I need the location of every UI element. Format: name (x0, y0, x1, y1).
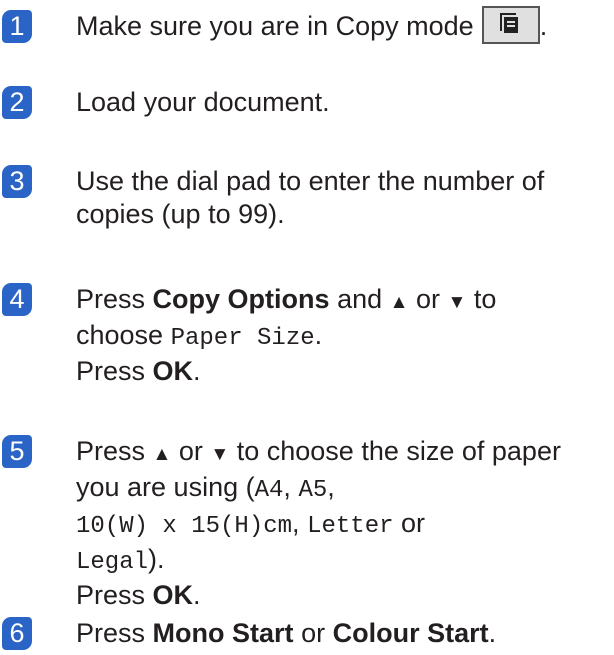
copy-icon (499, 12, 518, 33)
step-1-text: Make sure you are in Copy mode (76, 11, 474, 41)
step-5-text: Press ▲ or ▼ to choose the size of paper… (76, 435, 612, 612)
copy-mode-button (481, 5, 540, 44)
word: to (473, 284, 497, 314)
step-4-text: Press Copy Options and ▲ or ▼ to choose … (76, 283, 612, 388)
period: . (193, 580, 201, 610)
ok-key: OK (152, 356, 194, 386)
step-number-badge: 2 (2, 86, 32, 119)
legal-option: Legal (76, 549, 149, 576)
word: Press (76, 436, 146, 466)
comma: , (327, 472, 335, 502)
step-2-text: Load your document. (76, 87, 330, 117)
colour-start-key: Colour Start (332, 618, 489, 648)
a5-option: A5 (298, 477, 328, 504)
up-arrow-icon: ▲ (389, 292, 409, 313)
step-number-badge: 5 (2, 435, 32, 468)
step-number-badge: 3 (2, 165, 32, 198)
step-text: Make sure you are in Copy mode. (76, 5, 612, 44)
word: or (301, 618, 326, 648)
word: Press (76, 580, 146, 610)
step-number-badge: 1 (2, 10, 32, 43)
word: or (178, 436, 203, 466)
a4-option: A4 (254, 477, 284, 504)
mono-start-key: Mono Start (152, 618, 294, 648)
phrase: to choose the size of paper (236, 436, 561, 466)
down-arrow-icon: ▼ (210, 444, 230, 465)
paper-size-setting: Paper Size (170, 325, 315, 352)
word: Press (76, 284, 146, 314)
comma: , (292, 508, 300, 538)
ok-key: OK (152, 580, 194, 610)
step-6-text: Press Mono Start or Colour Start. (76, 617, 612, 650)
word: or (415, 284, 440, 314)
period: . (193, 356, 201, 386)
phrase: you are using ( (76, 472, 255, 502)
period: . (488, 618, 497, 648)
photo-size-option: 10(W) x 15(H)cm (76, 513, 293, 540)
period: . (314, 320, 323, 350)
copy-options-key: Copy Options (152, 284, 330, 314)
step-3-text: Use the dial pad to enter the number of … (76, 165, 612, 231)
word: choose (76, 320, 164, 350)
word: Press (76, 356, 146, 386)
step-number-badge: 6 (2, 617, 32, 650)
word: or (401, 508, 426, 538)
letter-option: Letter (307, 513, 394, 540)
comma: , (283, 472, 291, 502)
word: Press (76, 618, 146, 648)
close-paren: ). (148, 544, 165, 574)
step-3-line-1: Use the dial pad to enter the number of (76, 166, 545, 196)
word: and (337, 284, 383, 314)
up-arrow-icon: ▲ (152, 444, 172, 465)
step-3-line-2: copies (up to 99). (76, 199, 285, 229)
down-arrow-icon: ▼ (447, 292, 467, 313)
period: . (539, 11, 548, 41)
step-number-badge: 4 (2, 283, 32, 316)
